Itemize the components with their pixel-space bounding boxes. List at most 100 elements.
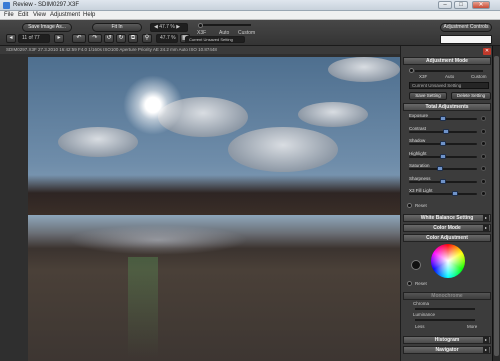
slider-thumb[interactable] — [436, 166, 443, 171]
reset-color-radio[interactable] — [407, 281, 412, 286]
slider-track[interactable] — [409, 168, 477, 170]
toolbar: Save Image As... Fit In ◀ 47.7 % ▶ ◂ 11 … — [0, 20, 500, 46]
chroma-track[interactable] — [415, 308, 475, 310]
reset-radio[interactable] — [407, 203, 412, 208]
zoom-icon[interactable]: ⚲ — [142, 34, 152, 43]
expand-arrow-icon: ▸ — [483, 347, 489, 353]
menu-bar: File Edit View Adjustment Help — [0, 11, 500, 20]
slider-thumb[interactable] — [452, 191, 459, 196]
slider-row[interactable]: Highlight — [409, 151, 489, 160]
photo-preview — [28, 57, 400, 361]
color-wheel[interactable] — [431, 244, 465, 278]
mode-track — [203, 24, 251, 26]
section-color-mode[interactable]: Color Mode ▸ — [403, 224, 491, 232]
image-counter[interactable]: 11 of 77 — [18, 34, 50, 43]
section-adjustment-mode[interactable]: Adjustment Mode — [403, 57, 491, 65]
toolbar-field[interactable] — [440, 35, 492, 44]
section-navigator[interactable]: Navigator ▸ — [403, 346, 491, 354]
zoom-value[interactable]: 47.7 % — [156, 34, 178, 43]
window-title: Review - SDIM0297.X3F — [13, 2, 80, 8]
mode-x3f: X3F — [419, 74, 428, 79]
maximize-button[interactable]: □ — [454, 1, 468, 9]
rotate-cw-icon[interactable]: ↷ — [88, 34, 102, 43]
color-picker-icon[interactable] — [411, 260, 421, 270]
menu-view[interactable]: View — [33, 12, 46, 18]
menu-adjustment[interactable]: Adjustment — [50, 12, 80, 18]
close-window-button[interactable]: ✕ — [472, 1, 490, 9]
reset-color-label: Reset — [415, 281, 427, 286]
slider-row[interactable]: Shadow — [409, 138, 489, 147]
treeline — [28, 175, 400, 215]
luminance-track[interactable] — [415, 319, 475, 321]
mode-track-panel — [415, 70, 483, 72]
menu-edit[interactable]: Edit — [18, 12, 28, 18]
section-color-adjustment[interactable]: Color Adjustment — [403, 234, 491, 242]
more-label: More — [467, 324, 478, 329]
expand-arrow-icon: ▸ — [483, 215, 489, 221]
slider-track[interactable] — [409, 193, 477, 195]
slider-reset-dot[interactable] — [481, 116, 486, 121]
setting-select[interactable]: Current Unsaved Setting — [409, 82, 489, 89]
cloud — [58, 127, 138, 157]
section-histogram[interactable]: Histogram ▸ — [403, 336, 491, 344]
slider-label: Highlight — [409, 150, 427, 156]
compare-icon[interactable]: ⧉ — [128, 34, 138, 43]
slider-row[interactable]: X3 Fill Light — [409, 188, 489, 197]
save-image-button[interactable]: Save Image As... — [22, 23, 72, 32]
section-title: Histogram — [434, 337, 460, 343]
slider-row[interactable]: Exposure — [409, 113, 489, 122]
slider-reset-dot[interactable] — [481, 178, 486, 184]
slider-thumb[interactable] — [440, 116, 446, 121]
lens-flare — [128, 257, 158, 357]
expand-arrow-icon: ▸ — [483, 225, 489, 231]
redo-icon[interactable]: ↻ — [116, 34, 126, 43]
rotate-right-icon[interactable]: ▸ — [54, 34, 64, 43]
slider-label: Sharpness — [409, 175, 431, 181]
section-title: Adjustment Mode — [426, 58, 468, 64]
mode-auto: Auto — [445, 74, 455, 79]
reset-label: Reset — [415, 203, 427, 208]
slider-row[interactable]: Contrast — [409, 126, 489, 135]
slider-thumb[interactable] — [440, 153, 446, 159]
section-title: Color Mode — [433, 225, 461, 231]
setting-dropdown[interactable]: Current Unsaved Setting — [185, 36, 245, 43]
app-icon — [3, 2, 10, 9]
slider-reset-dot[interactable] — [481, 166, 486, 171]
slider-reset-dot[interactable] — [481, 153, 486, 159]
slider-thumb[interactable] — [440, 178, 446, 184]
title-bar: Review - SDIM0297.X3F – □ ✕ — [0, 0, 500, 11]
cloud — [298, 102, 368, 127]
save-setting-button[interactable]: Save Setting — [409, 92, 447, 100]
menu-file[interactable]: File — [4, 12, 14, 18]
mode-knob-panel[interactable] — [409, 68, 414, 73]
undo-icon[interactable]: ↺ — [104, 34, 114, 43]
image-viewer[interactable] — [0, 54, 400, 361]
slider-reset-dot[interactable] — [481, 141, 486, 146]
sun — [123, 75, 183, 135]
panel-scrollbar[interactable] — [492, 46, 500, 361]
slider-label: Contrast — [409, 125, 427, 131]
section-monochrome[interactable]: Monochrome — [403, 292, 491, 300]
slider-reset-dot[interactable] — [481, 191, 486, 196]
slider-row[interactable]: Saturation — [409, 163, 489, 172]
menu-help[interactable]: Help — [83, 12, 95, 18]
less-label: Less — [415, 324, 425, 329]
zoom-control[interactable]: ◀ 47.7 % ▶ — [150, 23, 188, 32]
slider-thumb[interactable] — [440, 141, 446, 146]
luminance-label: Luminance — [413, 312, 436, 317]
adjustment-controls-button[interactable]: Adjustment Controls — [440, 23, 492, 32]
section-total-adjustments[interactable]: Total Adjustments — [403, 103, 491, 111]
panel-close-icon[interactable]: ✕ — [483, 48, 491, 55]
delete-setting-button[interactable]: Delete Setting — [451, 92, 491, 100]
slider-row[interactable]: Sharpness — [409, 176, 489, 185]
scrollbar-thumb[interactable] — [494, 56, 499, 356]
fit-in-button[interactable]: Fit In — [92, 23, 142, 32]
section-white-balance[interactable]: White Balance Setting ▸ — [403, 214, 491, 222]
rotate-left-icon[interactable]: ◂ — [6, 34, 16, 43]
chroma-label: Chroma — [413, 301, 430, 306]
minimize-button[interactable]: – — [438, 1, 452, 9]
slider-reset-dot[interactable] — [481, 128, 486, 134]
section-title: White Balance Setting — [420, 215, 474, 221]
rotate-ccw-icon[interactable]: ↶ — [72, 34, 86, 43]
slider-thumb[interactable] — [443, 128, 450, 134]
